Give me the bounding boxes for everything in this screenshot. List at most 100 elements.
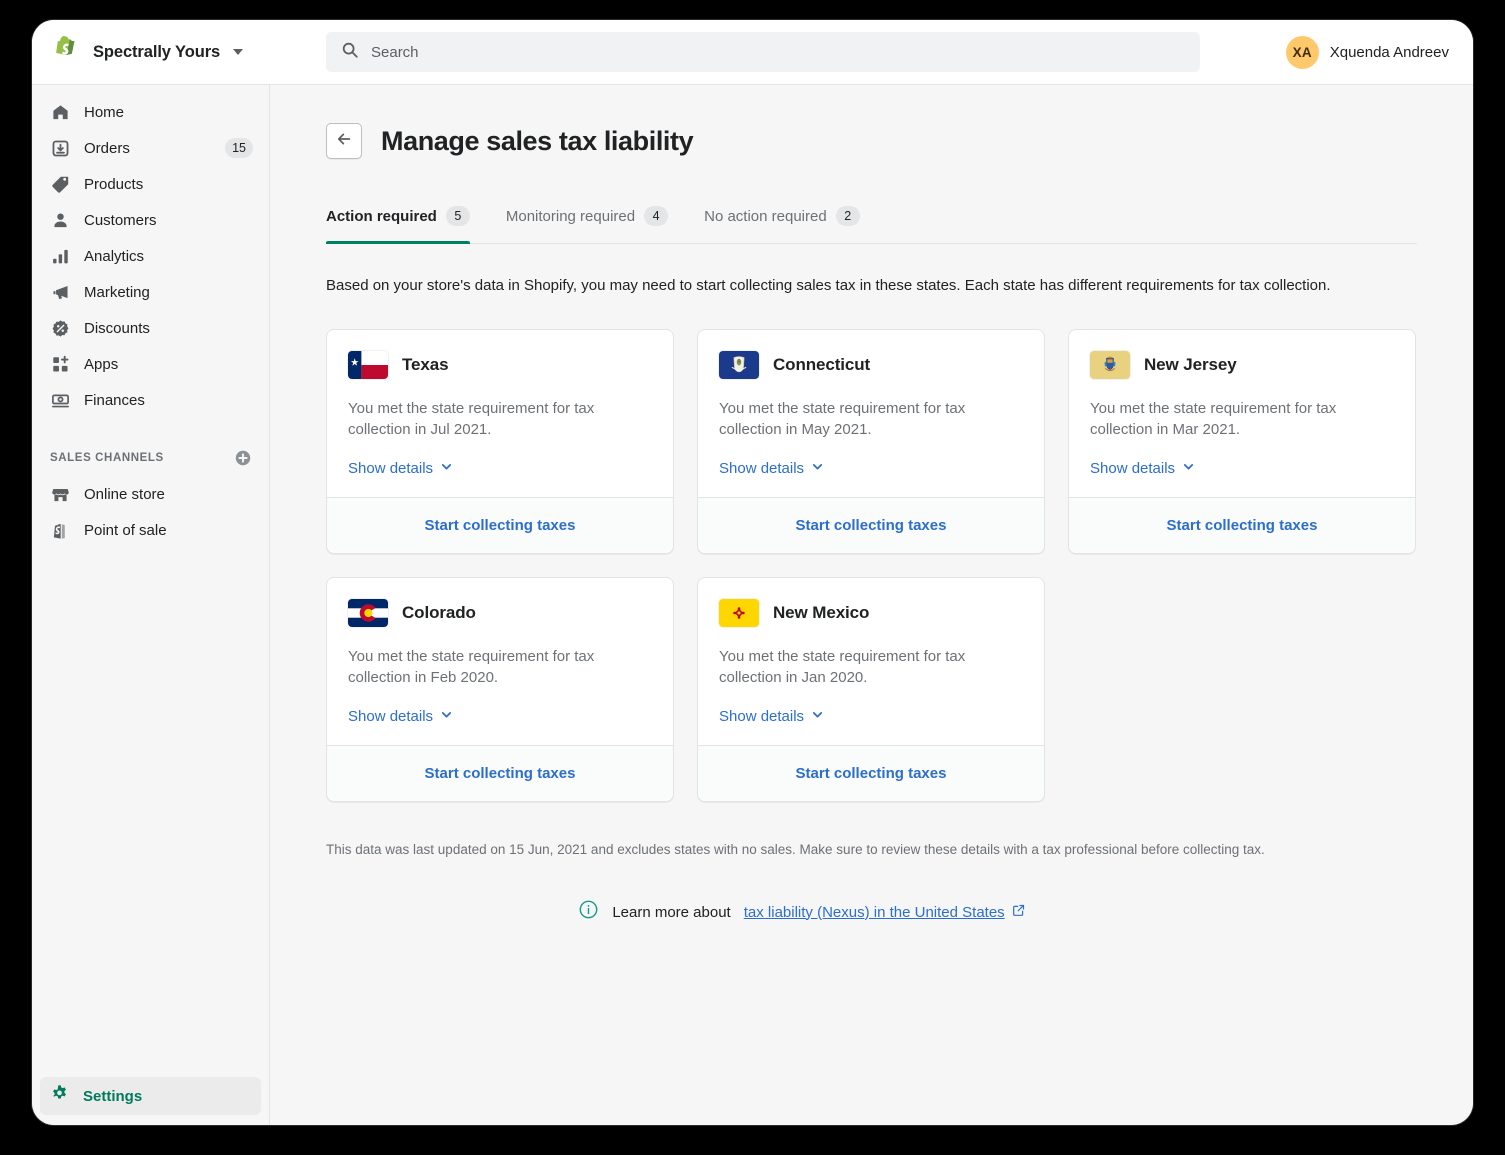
show-details-toggle[interactable]: Show details bbox=[719, 708, 824, 725]
show-details-label: Show details bbox=[719, 460, 805, 477]
external-link-icon bbox=[1012, 904, 1025, 921]
tab-label: Monitoring required bbox=[505, 207, 636, 225]
sidebar-item-label: Finances bbox=[84, 391, 145, 409]
show-details-toggle[interactable]: Show details bbox=[719, 460, 824, 477]
flag-connecticut-icon bbox=[719, 351, 759, 379]
sidebar-item-label: Online store bbox=[84, 485, 165, 503]
sidebar-item-point-of-sale[interactable]: Point of sale bbox=[40, 512, 261, 548]
sidebar-item-label: Apps bbox=[84, 355, 119, 373]
card-body: New Mexico You met the state requirement… bbox=[698, 578, 1044, 745]
home-icon bbox=[50, 102, 70, 122]
apps-grid-plus-icon bbox=[50, 354, 70, 374]
show-details-label: Show details bbox=[348, 460, 434, 477]
button-label: Start collecting taxes bbox=[795, 765, 947, 782]
sidebar-item-label: Discounts bbox=[84, 319, 150, 337]
top-bar: Spectrally Yours Search XA Xquenda Andre… bbox=[32, 20, 1473, 85]
search-input[interactable]: Search bbox=[326, 32, 1200, 72]
sidebar-item-apps[interactable]: Apps bbox=[40, 346, 261, 382]
tab-bar: Action required 5 Monitoring required 4 … bbox=[326, 198, 1417, 244]
sidebar-item-finances[interactable]: Finances bbox=[40, 382, 261, 418]
sidebar-item-discounts[interactable]: Discounts bbox=[40, 310, 261, 346]
store-name: Spectrally Yours bbox=[93, 42, 221, 61]
state-name: New Jersey bbox=[1144, 355, 1237, 374]
section-title: SALES CHANNELS bbox=[50, 452, 164, 464]
storefront-icon bbox=[50, 484, 70, 504]
page-header: Manage sales tax liability bbox=[326, 123, 1417, 159]
sidebar-item-analytics[interactable]: Analytics bbox=[40, 238, 261, 274]
sidebar-item-label: Analytics bbox=[84, 247, 145, 265]
card-body: Colorado You met the state requirement f… bbox=[327, 578, 673, 745]
show-details-toggle[interactable]: Show details bbox=[1090, 460, 1195, 477]
state-name: New Mexico bbox=[773, 603, 870, 622]
tab-action-required[interactable]: Action required 5 bbox=[326, 198, 488, 244]
card-description: You met the state requirement for tax co… bbox=[1090, 400, 1337, 438]
pos-bag-icon bbox=[50, 520, 70, 540]
state-card-texas: Texas You met the state requirement for … bbox=[326, 329, 674, 554]
show-details-toggle[interactable]: Show details bbox=[348, 460, 453, 477]
card-header: Colorado bbox=[348, 599, 652, 627]
chevron-down-icon bbox=[811, 460, 824, 477]
card-header: New Jersey bbox=[1090, 351, 1394, 379]
button-label: Start collecting taxes bbox=[1166, 517, 1318, 534]
tax-liability-nexus-link[interactable]: tax liability (Nexus) in the United Stat… bbox=[744, 904, 1025, 921]
sidebar-item-marketing[interactable]: Marketing bbox=[40, 274, 261, 310]
start-collecting-taxes-button[interactable]: Start collecting taxes bbox=[698, 745, 1044, 801]
browser-window: Spectrally Yours Search XA Xquenda Andre… bbox=[32, 20, 1473, 1125]
tab-count: 4 bbox=[644, 206, 669, 226]
chevron-down-icon bbox=[440, 708, 453, 725]
show-details-label: Show details bbox=[719, 708, 805, 725]
link-label: tax liability (Nexus) in the United Stat… bbox=[743, 903, 1005, 921]
state-name: Texas bbox=[402, 355, 449, 374]
chevron-down-icon bbox=[233, 49, 244, 55]
card-header: Connecticut bbox=[719, 351, 1023, 379]
tab-count: 2 bbox=[835, 206, 860, 226]
info-circle-icon bbox=[578, 899, 599, 925]
sidebar-item-settings[interactable]: Settings bbox=[40, 1077, 261, 1115]
user-name: Xquenda Andreev bbox=[1329, 43, 1449, 61]
intro-text: Based on your store's data in Shopify, y… bbox=[326, 277, 1331, 294]
flag-colorado-icon bbox=[348, 599, 388, 627]
start-collecting-taxes-button[interactable]: Start collecting taxes bbox=[327, 745, 673, 801]
flag-new-jersey-icon bbox=[1090, 351, 1130, 379]
person-icon bbox=[50, 210, 70, 230]
learn-more-prefix: Learn more about bbox=[612, 903, 731, 921]
page-title: Manage sales tax liability bbox=[381, 125, 694, 156]
show-details-label: Show details bbox=[348, 708, 434, 725]
button-label: Start collecting taxes bbox=[424, 765, 576, 782]
show-details-toggle[interactable]: Show details bbox=[348, 708, 453, 725]
back-button[interactable] bbox=[326, 123, 362, 159]
state-card-colorado: Colorado You met the state requirement f… bbox=[326, 577, 674, 802]
sidebar: Home Orders 15 Products Customers Analyt… bbox=[32, 85, 270, 1125]
tab-monitoring-required[interactable]: Monitoring required 4 bbox=[506, 198, 686, 243]
state-name: Colorado bbox=[402, 603, 476, 622]
user-menu[interactable]: XA Xquenda Andreev bbox=[1278, 32, 1457, 72]
avatar: XA bbox=[1285, 35, 1319, 69]
start-collecting-taxes-button[interactable]: Start collecting taxes bbox=[698, 497, 1044, 553]
discount-percent-icon bbox=[50, 318, 70, 338]
arrow-left-icon bbox=[335, 130, 353, 153]
sidebar-item-online-store[interactable]: Online store bbox=[40, 476, 261, 512]
tab-no-action-required[interactable]: No action required 2 bbox=[704, 198, 878, 243]
state-card-new-jersey: New Jersey You met the state requirement… bbox=[1068, 329, 1416, 554]
search-placeholder: Search bbox=[371, 43, 419, 61]
tab-label: Action required bbox=[326, 207, 437, 225]
sidebar-item-label: Orders bbox=[84, 139, 130, 157]
sidebar-item-products[interactable]: Products bbox=[40, 166, 261, 202]
tag-icon bbox=[50, 174, 70, 194]
store-switcher[interactable]: Spectrally Yours bbox=[32, 20, 270, 84]
sidebar-item-label: Home bbox=[84, 103, 125, 121]
tab-count: 5 bbox=[445, 206, 470, 226]
orders-badge: 15 bbox=[225, 138, 253, 158]
sidebar-item-customers[interactable]: Customers bbox=[40, 202, 261, 238]
sidebar-item-orders[interactable]: Orders 15 bbox=[40, 130, 261, 166]
card-description: You met the state requirement for tax co… bbox=[719, 648, 966, 686]
gear-icon bbox=[50, 1084, 69, 1108]
card-description: You met the state requirement for tax co… bbox=[348, 648, 595, 686]
start-collecting-taxes-button[interactable]: Start collecting taxes bbox=[1069, 497, 1415, 553]
start-collecting-taxes-button[interactable]: Start collecting taxes bbox=[327, 497, 673, 553]
sidebar-item-home[interactable]: Home bbox=[40, 94, 261, 130]
card-description: You met the state requirement for tax co… bbox=[348, 400, 595, 438]
circle-plus-icon[interactable] bbox=[233, 448, 253, 468]
card-header: Texas bbox=[348, 351, 652, 379]
show-details-label: Show details bbox=[1090, 460, 1176, 477]
